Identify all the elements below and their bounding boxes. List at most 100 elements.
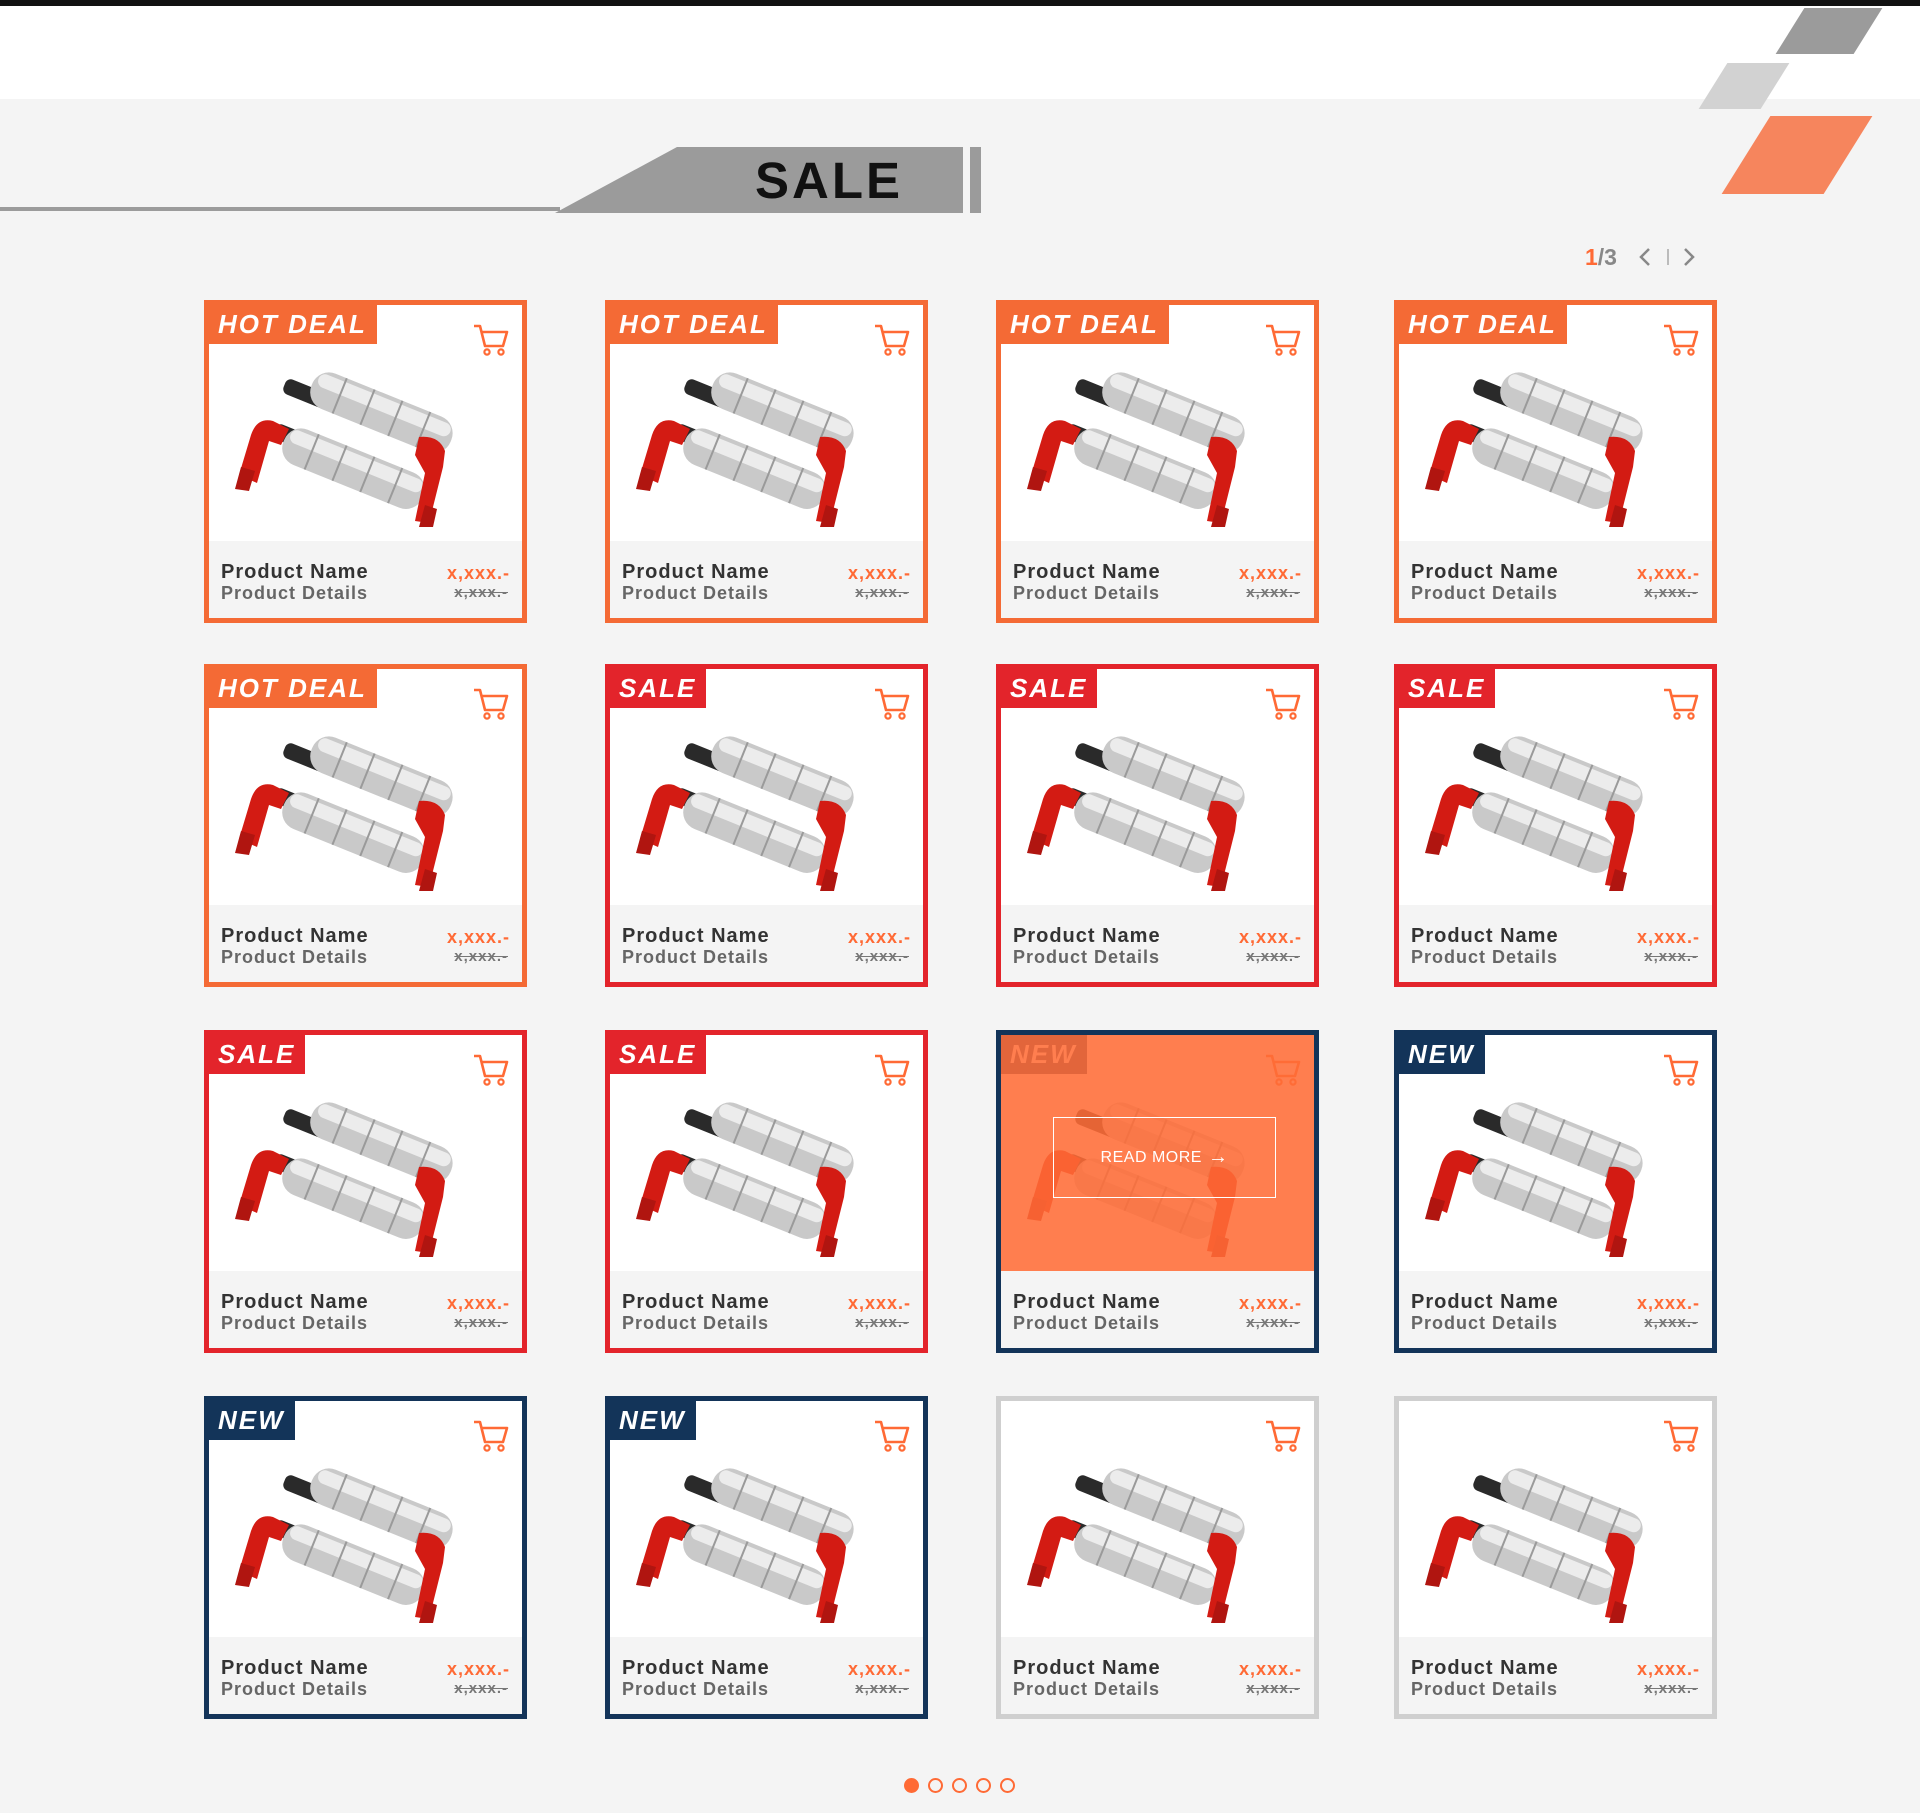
product-info: Product Name Product Details x,xxx.- x,x… — [610, 1271, 923, 1348]
product-card[interactable]: NEW Product Name Product Details x,xxx.-… — [204, 1396, 527, 1719]
product-info: Product Name Product Details x,xxx.- x,x… — [610, 1637, 923, 1714]
add-to-cart-button[interactable] — [1662, 1419, 1700, 1453]
product-details: Product Details — [1411, 583, 1559, 603]
product-card[interactable]: NEW Product Name Product Details x,xxx.-… — [1394, 1030, 1717, 1353]
product-name[interactable]: Product Name — [221, 1657, 369, 1680]
product-info: Product Name Product Details x,xxx.- x,x… — [1001, 541, 1314, 618]
add-to-cart-button[interactable] — [472, 1419, 510, 1453]
product-price: x,xxx.- — [1238, 927, 1302, 947]
add-to-cart-button[interactable] — [1662, 687, 1700, 721]
cart-icon — [873, 324, 911, 361]
product-name[interactable]: Product Name — [221, 925, 369, 948]
product-price: x,xxx.- — [1238, 563, 1302, 583]
add-to-cart-button[interactable] — [873, 1419, 911, 1453]
add-to-cart-button[interactable] — [873, 1053, 911, 1087]
add-to-cart-button[interactable] — [873, 687, 911, 721]
product-card[interactable]: HOT DEAL Product Name Product Details x,… — [1394, 300, 1717, 623]
product-name[interactable]: Product Name — [622, 561, 770, 584]
add-to-cart-button[interactable] — [1662, 323, 1700, 357]
add-to-cart-button[interactable] — [472, 687, 510, 721]
badge-hot: HOT DEAL — [209, 669, 377, 708]
add-to-cart-button[interactable] — [1264, 323, 1302, 357]
product-details: Product Details — [1411, 1313, 1559, 1333]
product-details: Product Details — [221, 1679, 369, 1699]
product-price: x,xxx.- — [1636, 927, 1700, 947]
product-name[interactable]: Product Name — [221, 561, 369, 584]
product-old-price: x,xxx.- — [454, 948, 508, 965]
product-old-price: x,xxx.- — [855, 948, 909, 965]
product-name[interactable]: Product Name — [1013, 1291, 1161, 1314]
read-more-button[interactable]: READ MORE → — [1053, 1117, 1276, 1198]
cart-icon — [472, 324, 510, 361]
cart-icon — [472, 1054, 510, 1091]
add-to-cart-button[interactable] — [1264, 1419, 1302, 1453]
product-old-price: x,xxx.- — [454, 584, 508, 601]
product-name[interactable]: Product Name — [622, 1657, 770, 1680]
product-card[interactable]: SALE Product Name Product Details x,xxx.… — [605, 664, 928, 987]
carousel-dot[interactable] — [904, 1778, 919, 1793]
product-info: Product Name Product Details x,xxx.- x,x… — [1001, 905, 1314, 982]
add-to-cart-button[interactable] — [472, 1053, 510, 1087]
product-card[interactable]: SALE Product Name Product Details x,xxx.… — [204, 1030, 527, 1353]
add-to-cart-button[interactable] — [1264, 687, 1302, 721]
product-old-price: x,xxx.- — [1246, 1314, 1300, 1331]
product-image — [1419, 719, 1695, 895]
chevron-right-icon — [1684, 248, 1695, 266]
product-card[interactable]: HOT DEAL Product Name Product Details x,… — [204, 300, 527, 623]
carousel-dot[interactable] — [928, 1778, 943, 1793]
prev-page-button[interactable] — [1633, 242, 1657, 272]
product-card[interactable]: NEW READ MORE → Product Name Product Det… — [996, 1030, 1319, 1353]
product-name[interactable]: Product Name — [1013, 561, 1161, 584]
badge-sale: SALE — [209, 1035, 306, 1074]
product-info: Product Name Product Details x,xxx.- x,x… — [1399, 905, 1712, 982]
badge-sale: SALE — [610, 669, 707, 708]
product-name[interactable]: Product Name — [221, 1291, 369, 1314]
product-details: Product Details — [221, 947, 369, 967]
header-rule — [0, 207, 560, 211]
add-to-cart-button[interactable] — [1662, 1053, 1700, 1087]
product-card[interactable]: HOT DEAL Product Name Product Details x,… — [996, 300, 1319, 623]
product-info: Product Name Product Details x,xxx.- x,x… — [610, 541, 923, 618]
add-to-cart-button[interactable] — [472, 323, 510, 357]
product-info: Product Name Product Details x,xxx.- x,x… — [1399, 1637, 1712, 1714]
product-card[interactable]: SALE Product Name Product Details x,xxx.… — [1394, 664, 1717, 987]
product-name[interactable]: Product Name — [622, 1291, 770, 1314]
product-name[interactable]: Product Name — [1411, 1657, 1559, 1680]
add-to-cart-button[interactable] — [873, 323, 911, 357]
product-card[interactable]: HOT DEAL Product Name Product Details x,… — [605, 300, 928, 623]
product-price: x,xxx.- — [446, 1659, 510, 1679]
product-old-price: x,xxx.- — [855, 584, 909, 601]
carousel-dot[interactable] — [1000, 1778, 1015, 1793]
chevron-left-icon — [1639, 248, 1650, 266]
product-card[interactable]: SALE Product Name Product Details x,xxx.… — [605, 1030, 928, 1353]
cart-icon — [1264, 688, 1302, 725]
product-details: Product Details — [622, 947, 770, 967]
product-old-price: x,xxx.- — [1644, 584, 1698, 601]
product-name[interactable]: Product Name — [1411, 561, 1559, 584]
cart-icon — [1662, 1420, 1700, 1457]
badge-new: NEW — [1399, 1035, 1485, 1074]
cart-icon — [1662, 1054, 1700, 1091]
next-page-button[interactable] — [1677, 242, 1701, 272]
product-name[interactable]: Product Name — [1411, 1291, 1559, 1314]
carousel-dot[interactable] — [952, 1778, 967, 1793]
product-image — [1419, 1085, 1695, 1261]
product-card[interactable]: Product Name Product Details x,xxx.- x,x… — [1394, 1396, 1717, 1719]
product-info: Product Name Product Details x,xxx.- x,x… — [209, 541, 522, 618]
product-name[interactable]: Product Name — [1411, 925, 1559, 948]
product-price: x,xxx.- — [1636, 1293, 1700, 1313]
product-card[interactable]: NEW Product Name Product Details x,xxx.-… — [605, 1396, 928, 1719]
product-name[interactable]: Product Name — [1013, 1657, 1161, 1680]
pager-separator — [1666, 249, 1669, 265]
product-details: Product Details — [622, 583, 770, 603]
product-image — [1021, 719, 1297, 895]
product-name[interactable]: Product Name — [1013, 925, 1161, 948]
product-card[interactable]: HOT DEAL Product Name Product Details x,… — [204, 664, 527, 987]
product-image — [630, 355, 906, 531]
product-image — [229, 1085, 505, 1261]
product-name[interactable]: Product Name — [622, 925, 770, 948]
carousel-dot[interactable] — [976, 1778, 991, 1793]
product-card[interactable]: SALE Product Name Product Details x,xxx.… — [996, 664, 1319, 987]
product-details: Product Details — [1013, 1313, 1161, 1333]
product-card[interactable]: Product Name Product Details x,xxx.- x,x… — [996, 1396, 1319, 1719]
